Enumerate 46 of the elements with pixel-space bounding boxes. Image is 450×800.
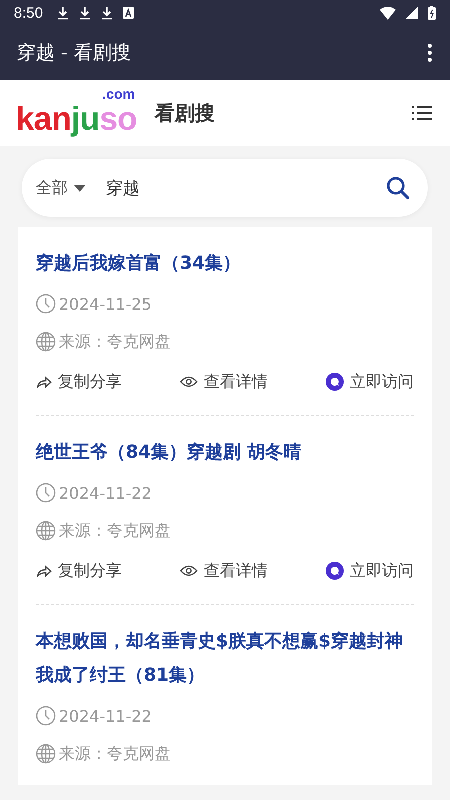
battery-icon [428, 6, 436, 20]
visit-button[interactable]: 立即访问 [326, 560, 414, 582]
caret-icon [74, 184, 86, 192]
more-icon [428, 44, 432, 62]
download-icon [101, 6, 114, 20]
search-icon [386, 176, 410, 200]
clock-icon [36, 483, 56, 503]
globe-icon [36, 332, 56, 352]
site-name: 看剧搜 [155, 100, 216, 126]
chat-bubble-icon [326, 373, 344, 391]
result-title[interactable]: 绝世王爷（84集）穿越剧 胡冬晴 [36, 436, 414, 470]
details-button[interactable]: 查看详情 [180, 560, 268, 582]
clock-icon [36, 294, 56, 314]
visit-button[interactable]: 立即访问 [326, 372, 414, 392]
menu-button[interactable] [410, 103, 434, 123]
share-button[interactable]: 复制分享 [36, 372, 122, 392]
search-field[interactable]: 全部 穿越 [22, 159, 428, 217]
result-source: 来源：夸克网盘 [59, 332, 171, 352]
menu-icon [412, 105, 432, 121]
signal-icon [406, 7, 418, 19]
eye-icon [180, 565, 198, 577]
result-title[interactable]: 穿越后我嫁首富（34集） [36, 247, 414, 281]
search-button[interactable] [386, 176, 410, 200]
download-icon [79, 6, 92, 20]
chat-bubble-icon [326, 562, 344, 580]
globe-icon [36, 521, 56, 541]
globe-icon [36, 744, 56, 764]
app-title: 穿越 - 看剧搜 [17, 41, 132, 66]
share-icon [36, 564, 52, 578]
result-source: 来源：夸克网盘 [59, 744, 171, 764]
result-date: 2024-11-22 [59, 706, 152, 726]
font-icon [123, 7, 134, 19]
details-button[interactable]: 查看详情 [180, 372, 268, 392]
result-title[interactable]: 本想败国，却名垂青史$朕真不想赢$穿越封神我成了纣王（81集） [36, 625, 414, 693]
result-source: 来源：夸克网盘 [59, 520, 171, 542]
scope-dropdown[interactable]: 全部 [36, 178, 86, 198]
result-date: 2024-11-22 [59, 484, 152, 502]
share-button[interactable]: 复制分享 [36, 560, 122, 582]
eye-icon [180, 376, 198, 388]
status-time: 8:50 [14, 4, 44, 22]
clock-icon [36, 706, 56, 726]
result-date: 2024-11-25 [59, 294, 152, 314]
logo[interactable]: kanjuso .com [16, 86, 138, 140]
download-icon [57, 6, 70, 20]
share-icon [36, 375, 52, 389]
wifi-icon [380, 6, 396, 20]
